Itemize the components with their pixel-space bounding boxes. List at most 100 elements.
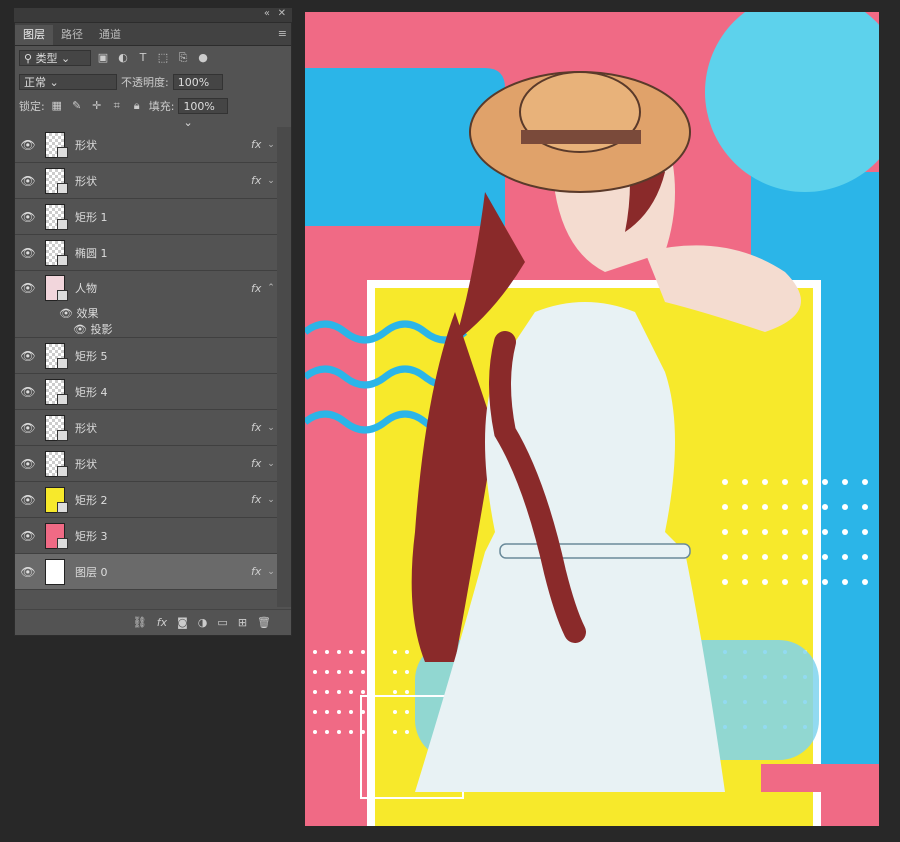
layer-row-selected[interactable]: 👁︎ 图层 0 fx ⌄ (15, 554, 277, 590)
layer-name: 矩形 5 (75, 349, 108, 363)
panel-title-bar: « ✕ (14, 8, 292, 22)
fill-input[interactable]: 100% ⌄ (178, 98, 229, 129)
fill-label: 填充: (148, 100, 175, 113)
fx-icon[interactable]: fx (251, 174, 265, 187)
chevron-down-icon[interactable]: ⌄ (265, 423, 277, 433)
blend-mode-select[interactable]: 正常 ⌄ (19, 74, 117, 90)
adjustment-filter-icon[interactable]: ◐ (115, 50, 131, 66)
layer-thumbnail (45, 203, 68, 230)
add-fx-icon[interactable]: fx (157, 616, 167, 629)
lock-transparency-icon[interactable]: ▦ (49, 98, 65, 114)
layer-row[interactable]: 👁︎ 形状 fx ⌄ (15, 410, 277, 446)
filter-toggle-icon[interactable]: ● (195, 50, 211, 66)
fx-icon[interactable]: fx (251, 421, 265, 434)
layer-row[interactable]: 👁︎ 矩形 2 fx ⌄ (15, 482, 277, 518)
layer-thumbnail (45, 558, 65, 585)
layer-name: 形状 (75, 138, 97, 152)
layer-name: 形状 (75, 174, 97, 188)
chevron-up-icon[interactable]: ⌃ (265, 283, 277, 293)
filter-row: ⚲ 类型 ⌄ ▣ ◐ T ⬚ ⎘ ● (15, 46, 291, 70)
chevron-down-icon[interactable]: ⌄ (265, 176, 277, 186)
layer-name: 矩形 4 (75, 385, 108, 399)
fx-icon[interactable]: fx (251, 138, 265, 151)
fx-icon[interactable]: fx (251, 565, 265, 578)
delete-layer-icon[interactable]: 🗑︎ (257, 616, 271, 629)
type-filter-icon[interactable]: T (135, 50, 151, 66)
chevron-down-icon[interactable]: ⌄ (265, 140, 277, 150)
visibility-eye-icon[interactable]: 👁︎ (15, 457, 41, 471)
layer-thumbnail (45, 414, 68, 441)
tab-paths[interactable]: 路径 (53, 25, 91, 45)
visibility-eye-icon[interactable]: 👁︎ (15, 210, 41, 224)
visibility-eye-icon[interactable]: 👁︎ (15, 174, 41, 188)
layers-panel: 图层 路径 通道 ≡ ⚲ 类型 ⌄ ▣ ◐ T ⬚ ⎘ ● 正常 ⌄ 不透明度:… (14, 22, 292, 636)
layer-thumbnail (45, 239, 68, 266)
visibility-eye-icon[interactable]: 👁︎ (15, 493, 41, 507)
panel-menu-icon[interactable]: ≡ (278, 27, 287, 40)
artwork (305, 12, 879, 826)
effect-eye-icon[interactable]: 👁︎ (73, 323, 90, 336)
new-layer-icon[interactable]: ⊞ (238, 616, 247, 629)
visibility-eye-icon[interactable]: 👁︎ (15, 246, 41, 260)
drop-shadow-label: 投影 (90, 323, 113, 336)
tab-channels[interactable]: 通道 (91, 25, 129, 45)
fill-value: 100% (183, 100, 215, 113)
image-filter-icon[interactable]: ▣ (95, 50, 111, 66)
link-layers-icon[interactable]: ⛓ (133, 616, 147, 629)
close-icon[interactable]: ✕ (278, 8, 286, 19)
layer-thumbnail (45, 522, 68, 549)
layer-row[interactable]: 👁︎ 矩形 5 (15, 338, 277, 374)
document-canvas[interactable] (305, 12, 879, 826)
lock-pixels-icon[interactable]: ✎ (69, 98, 85, 114)
layer-name: 形状 (75, 457, 97, 471)
chevron-down-icon[interactable]: ⌄ (265, 567, 277, 577)
lock-row: 锁定: ▦ ✎ ✛ ⌗ 🔒︎ 填充: 100% ⌄ (15, 94, 291, 129)
visibility-eye-icon[interactable]: 👁︎ (15, 421, 41, 435)
layer-name: 椭圆 1 (75, 246, 108, 260)
visibility-eye-icon[interactable]: 👁︎ (15, 529, 41, 543)
effects-row[interactable]: 👁︎ 效果 (15, 305, 277, 321)
chevron-down-icon[interactable]: ⌄ (265, 459, 277, 469)
layer-row[interactable]: 👁︎ 矩形 4 (15, 374, 277, 410)
effect-eye-icon[interactable]: 👁︎ (59, 307, 76, 320)
lock-label: 锁定: (19, 100, 45, 113)
layer-name: 图层 0 (75, 565, 108, 579)
layers-scrollbar[interactable] (277, 127, 291, 607)
fx-icon[interactable]: fx (251, 457, 265, 470)
add-mask-icon[interactable]: ◙ (177, 616, 188, 629)
visibility-eye-icon[interactable]: 👁︎ (15, 281, 41, 295)
layer-thumbnail (45, 486, 68, 513)
layer-row[interactable]: 👁︎ 人物 fx ⌃ 👁︎ 效果 👁︎ 投影 (15, 271, 277, 338)
lock-all-icon[interactable]: 🔒︎ (129, 98, 145, 114)
blend-row: 正常 ⌄ 不透明度: 100% ⌄ (15, 70, 291, 105)
visibility-eye-icon[interactable]: 👁︎ (15, 138, 41, 152)
visibility-eye-icon[interactable]: 👁︎ (15, 385, 41, 399)
layer-name: 矩形 3 (75, 529, 108, 543)
visibility-eye-icon[interactable]: 👁︎ (15, 349, 41, 363)
opacity-label: 不透明度: (121, 76, 169, 89)
smart-object-filter-icon[interactable]: ⎘ (175, 50, 191, 66)
layer-row[interactable]: 👁︎ 形状 fx ⌄ (15, 163, 277, 199)
drop-shadow-row[interactable]: 👁︎ 投影 (15, 321, 277, 337)
tab-layers[interactable]: 图层 (15, 25, 53, 45)
fx-icon[interactable]: fx (251, 493, 265, 506)
layer-row[interactable]: 👁︎ 形状 fx ⌄ (15, 446, 277, 482)
visibility-eye-icon[interactable]: 👁︎ (15, 565, 41, 579)
layer-row[interactable]: 👁︎ 矩形 1 (15, 199, 277, 235)
layer-name: 矩形 1 (75, 210, 108, 224)
shape-filter-icon[interactable]: ⬚ (155, 50, 171, 66)
collapse-icon[interactable]: « (264, 8, 270, 19)
lock-position-icon[interactable]: ✛ (89, 98, 105, 114)
chevron-down-icon[interactable]: ⌄ (265, 495, 277, 505)
layer-row[interactable]: 👁︎ 矩形 3 (15, 518, 277, 554)
opacity-input[interactable]: 100% ⌄ (172, 74, 223, 105)
new-group-icon[interactable]: ▭ (217, 616, 227, 629)
lock-artboard-icon[interactable]: ⌗ (109, 98, 125, 114)
fx-icon[interactable]: fx (251, 282, 265, 295)
filter-kind-select[interactable]: ⚲ 类型 ⌄ (19, 50, 91, 66)
layer-thumbnail (45, 450, 68, 477)
layer-row[interactable]: 👁︎ 椭圆 1 (15, 235, 277, 271)
new-adjustment-icon[interactable]: ◑ (198, 616, 208, 629)
layer-thumbnail (45, 131, 68, 158)
layer-row[interactable]: 👁︎ 形状 fx ⌄ (15, 127, 277, 163)
